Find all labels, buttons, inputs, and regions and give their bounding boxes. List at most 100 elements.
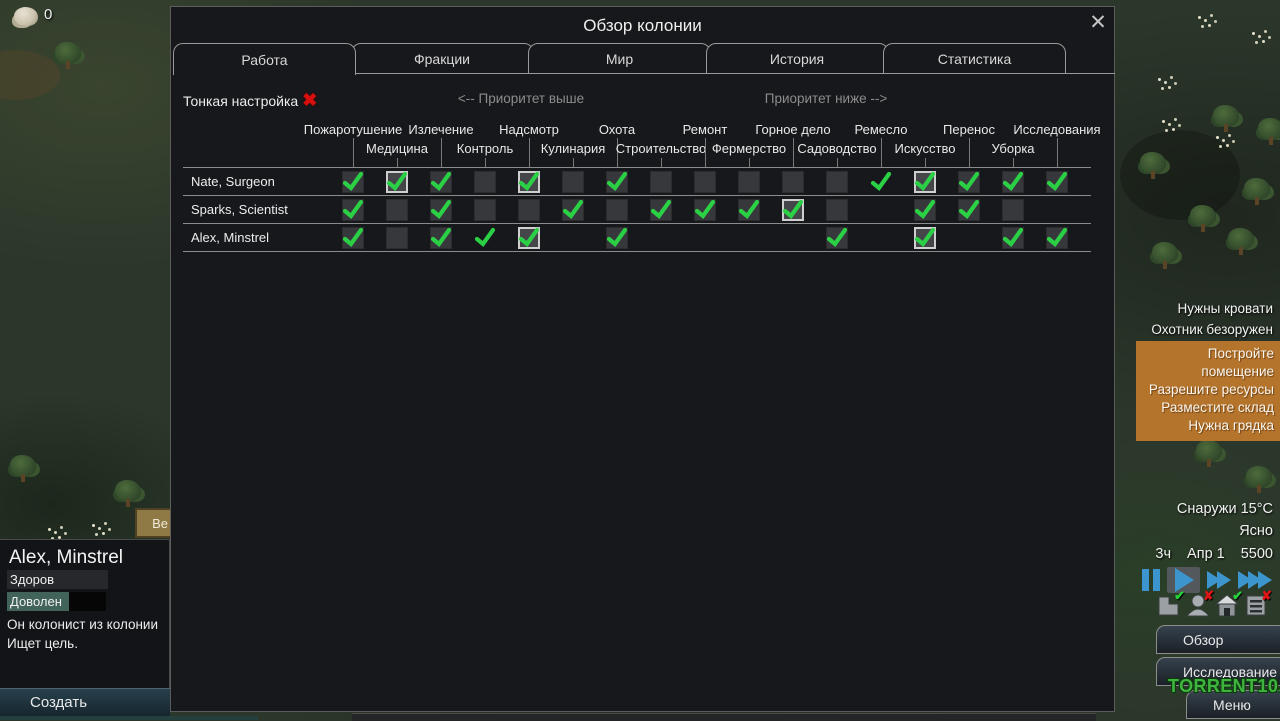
map-flowers: [1252, 32, 1255, 35]
work-checkbox-empty[interactable]: [386, 199, 408, 221]
column-tick: [1057, 138, 1058, 167]
map-flowers: [1162, 120, 1165, 123]
hour-readout: 3ч: [1155, 546, 1172, 562]
work-checkbox-checked[interactable]: [518, 227, 540, 249]
tab-Фракции[interactable]: Фракции: [350, 43, 534, 74]
tab-Работа[interactable]: Работа: [173, 43, 356, 75]
create-button[interactable]: Создать: [0, 688, 170, 716]
pause-button[interactable]: [1142, 569, 1160, 591]
work-checkbox-checked[interactable]: [1046, 227, 1068, 249]
map-tree: [1228, 228, 1254, 255]
column-header: Исследования: [1013, 122, 1101, 137]
close-icon[interactable]: ✕: [1086, 11, 1110, 35]
alert-box-message[interactable]: Разместите склад: [1136, 399, 1274, 417]
work-checkbox-checked[interactable]: [826, 227, 848, 249]
column-header: Перенос: [943, 122, 995, 137]
work-checkbox-checked[interactable]: [738, 199, 760, 221]
pawn-info-panel: Alex, Minstrel Здоров Доволен Он колонис…: [0, 539, 170, 688]
work-checkbox-empty[interactable]: [474, 199, 496, 221]
work-checkbox-checked[interactable]: [342, 227, 364, 249]
work-checkbox-checked[interactable]: [430, 199, 452, 221]
tab-Мир[interactable]: Мир: [528, 43, 711, 74]
row-separator: [183, 167, 1091, 168]
tab-История[interactable]: История: [705, 43, 889, 74]
work-checkbox-checked[interactable]: [562, 199, 584, 221]
column-header: Искусство: [894, 141, 956, 156]
column-header: Уборка: [991, 141, 1035, 156]
alert-box-message[interactable]: Постройте помещение: [1136, 345, 1274, 381]
work-checkbox-checked[interactable]: [870, 171, 892, 193]
red-x-checkbox-icon[interactable]: ✖: [302, 90, 317, 111]
work-checkbox-empty[interactable]: [694, 171, 716, 193]
map-tree: [1213, 105, 1239, 132]
menu-tab-Обзор[interactable]: Обзор: [1156, 625, 1280, 654]
work-checkbox-checked[interactable]: [474, 227, 496, 249]
work-checkbox-empty[interactable]: [1002, 199, 1024, 221]
column-tick: [353, 138, 354, 167]
partially-hidden-button[interactable]: Ве: [135, 508, 172, 538]
column-tick: [529, 138, 530, 167]
work-checkbox-empty[interactable]: [386, 227, 408, 249]
work-checkbox-checked[interactable]: [1002, 227, 1024, 249]
work-checkbox-checked[interactable]: [606, 171, 628, 193]
resource-count: 0: [44, 6, 53, 23]
work-checkbox-checked[interactable]: [342, 199, 364, 221]
work-checkbox-empty[interactable]: [562, 171, 584, 193]
alert-box-message[interactable]: Нужна грядка: [1136, 417, 1274, 435]
work-checkbox-checked[interactable]: [1002, 171, 1024, 193]
work-checkbox-empty[interactable]: [474, 171, 496, 193]
alert-stack-box[interactable]: Постройте помещение Разрешите ресурсы Разм…: [1136, 341, 1280, 441]
check-badge-icon: ✔: [1232, 588, 1243, 603]
date-readout: Апр 1: [1187, 546, 1225, 562]
column-header: Фермерство: [711, 141, 787, 156]
map-tree: [1196, 440, 1222, 467]
work-checkbox-empty[interactable]: [826, 171, 848, 193]
column-tick: [969, 138, 970, 167]
work-checkbox-checked[interactable]: [650, 199, 672, 221]
work-checkbox-empty[interactable]: [518, 199, 540, 221]
map-tree: [1258, 118, 1280, 145]
colonist-toggle[interactable]: ✘: [1185, 588, 1214, 618]
work-checkbox-checked[interactable]: [1046, 171, 1068, 193]
fast-speed-button[interactable]: [1207, 571, 1231, 589]
alert-box-message[interactable]: Разрешите ресурсы: [1136, 381, 1274, 399]
column-tick: [881, 138, 882, 167]
row-separator: [183, 223, 1091, 224]
work-checkbox-checked[interactable]: [694, 199, 716, 221]
tab-Статистика[interactable]: Статистика: [883, 43, 1066, 74]
work-checkbox-checked[interactable]: [430, 227, 452, 249]
map-tree: [55, 42, 81, 69]
chunks-toggle[interactable]: ✔: [1156, 588, 1185, 618]
work-checkbox-checked[interactable]: [914, 199, 936, 221]
orders-toggle[interactable]: ✘: [1243, 588, 1272, 618]
pawn-description-line: Ищет цель.: [7, 636, 78, 651]
work-checkbox-checked[interactable]: [386, 171, 408, 193]
fine-tune-toggle[interactable]: Тонкая настройка ✖: [183, 90, 317, 111]
pawn-name: Alex, Minstrel: [9, 547, 124, 568]
x-badge-icon: ✘: [1261, 588, 1272, 603]
work-checkbox-checked[interactable]: [958, 171, 980, 193]
work-checkbox-checked[interactable]: [914, 227, 936, 249]
work-checkbox-checked[interactable]: [518, 171, 540, 193]
work-checkbox-checked[interactable]: [782, 199, 804, 221]
work-checkbox-empty[interactable]: [826, 199, 848, 221]
alert-message[interactable]: Охотник безоружен: [1151, 322, 1273, 337]
work-checkbox-empty[interactable]: [782, 171, 804, 193]
home-area-toggle[interactable]: ✔: [1214, 588, 1243, 618]
map-tree: [1244, 178, 1270, 205]
row-separator: [183, 195, 1091, 196]
alert-message[interactable]: Нужны кровати: [1178, 301, 1273, 316]
watermark: TORRENT10.RU: [1168, 676, 1280, 696]
work-checkbox-empty[interactable]: [650, 171, 672, 193]
work-checkbox-empty[interactable]: [606, 199, 628, 221]
map-tree: [1140, 152, 1166, 179]
work-checkbox-checked[interactable]: [342, 171, 364, 193]
work-checkbox-checked[interactable]: [606, 227, 628, 249]
work-checkbox-checked[interactable]: [914, 171, 936, 193]
work-checkbox-checked[interactable]: [958, 199, 980, 221]
work-checkbox-empty[interactable]: [738, 171, 760, 193]
map-flowers: [1198, 16, 1201, 19]
fastest-speed-button[interactable]: [1238, 571, 1272, 589]
column-tick: [1013, 158, 1014, 167]
work-checkbox-checked[interactable]: [430, 171, 452, 193]
